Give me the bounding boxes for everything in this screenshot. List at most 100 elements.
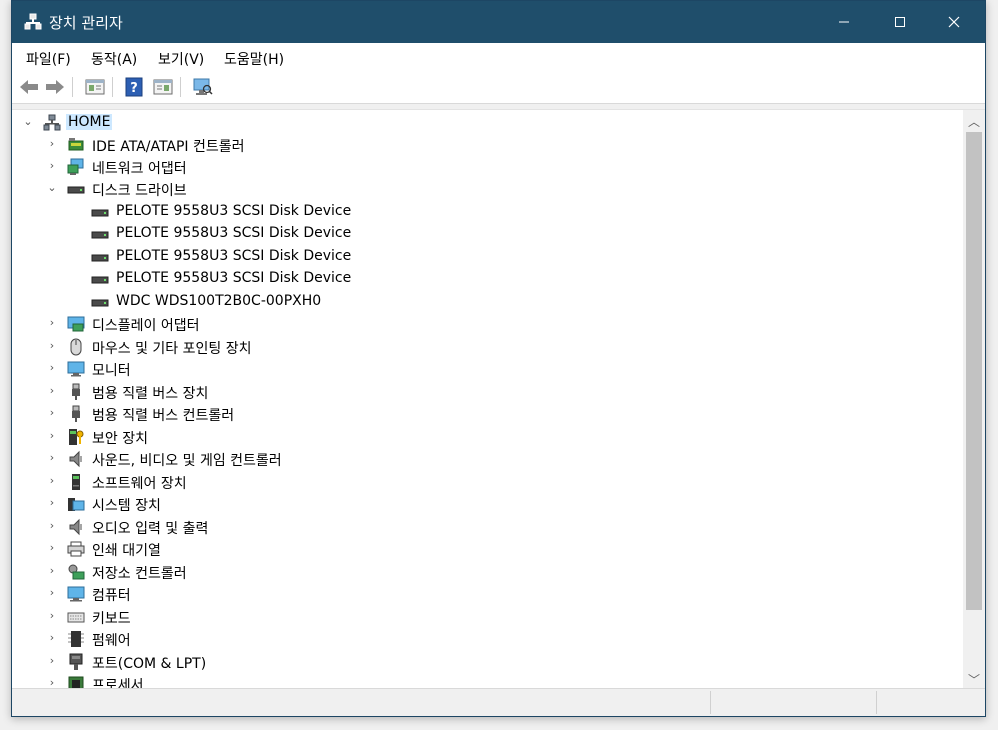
tree-item-disk-device[interactable]: WDC WDS100T2B0C-00PXH0 <box>12 291 961 313</box>
computer-icon <box>67 585 85 603</box>
disk-drive-icon <box>91 248 109 266</box>
tree-item-label: 오디오 입력 및 출력 <box>92 521 209 537</box>
forward-arrow-icon <box>46 80 64 94</box>
system-device-icon <box>67 495 85 513</box>
network-adapter-icon <box>67 158 85 176</box>
tree-item-usb-controllers[interactable]: › 범용 직렬 버스 컨트롤러 <box>12 403 961 425</box>
chevron-right-icon[interactable]: › <box>46 610 58 622</box>
chevron-right-icon[interactable]: › <box>46 565 58 577</box>
minimize-icon <box>839 21 849 23</box>
disk-drive-icon <box>91 293 109 311</box>
tree-item-keyboard[interactable]: › 키보드 <box>12 606 961 628</box>
chevron-right-icon[interactable]: › <box>46 587 58 599</box>
tree-item-disk-device[interactable]: PELOTE 9558U3 SCSI Disk Device <box>12 268 961 290</box>
scroll-up-button[interactable]: ︿ <box>963 110 985 132</box>
tree-item-label: 시스템 장치 <box>92 498 161 514</box>
chevron-right-icon[interactable]: › <box>46 475 58 487</box>
tree-item-ports[interactable]: › 포트(COM & LPT) <box>12 651 961 673</box>
tree-item-print-queue[interactable]: › 인쇄 대기열 <box>12 538 961 560</box>
chevron-right-icon[interactable]: › <box>46 452 58 464</box>
chevron-right-icon[interactable]: › <box>46 317 58 329</box>
toggle-pane-button[interactable] <box>152 76 174 98</box>
tree-item-firmware[interactable]: › 펌웨어 <box>12 628 961 650</box>
status-divider <box>876 691 877 714</box>
menu-view[interactable]: 보기(V) <box>158 49 204 69</box>
chevron-right-icon[interactable]: › <box>46 430 58 442</box>
tree-item-audio-io[interactable]: › 오디오 입력 및 출력 <box>12 516 961 538</box>
scroll-down-button[interactable]: ﹀ <box>963 668 985 690</box>
chevron-down-icon[interactable]: ⌄ <box>22 116 34 128</box>
toolbar-separator <box>112 77 113 97</box>
device-tree[interactable]: ⌄ HOME › IDE ATA/ATAPI 컨트롤러 › 네트워크 어댑터 ⌄… <box>12 109 985 691</box>
minimize-button[interactable] <box>821 1 867 43</box>
tree-item-label: 소프트웨어 장치 <box>92 476 187 492</box>
tree-root-label: HOME <box>66 114 113 130</box>
tree-item-label: IDE ATA/ATAPI 컨트롤러 <box>92 139 245 155</box>
chevron-right-icon[interactable]: › <box>46 497 58 509</box>
chevron-right-icon[interactable]: › <box>46 362 58 374</box>
menu-action[interactable]: 동작(A) <box>91 49 137 69</box>
chevron-right-icon[interactable]: › <box>46 340 58 352</box>
tree-item-ide[interactable]: › IDE ATA/ATAPI 컨트롤러 <box>12 134 961 156</box>
tree-item-display-adapter[interactable]: › 디스플레이 어댑터 <box>12 313 961 335</box>
tree-item-system[interactable]: › 시스템 장치 <box>12 493 961 515</box>
tree-item-software[interactable]: › 소프트웨어 장치 <box>12 471 961 493</box>
forward-button[interactable] <box>44 76 66 98</box>
tree-item-storage-controllers[interactable]: › 저장소 컨트롤러 <box>12 561 961 583</box>
title-bar[interactable]: 장치 관리자 <box>12 1 985 43</box>
back-button[interactable] <box>18 76 40 98</box>
device-manager-icon <box>24 13 42 31</box>
tree-item-disk-device[interactable]: PELOTE 9558U3 SCSI Disk Device <box>12 246 961 268</box>
maximize-button[interactable] <box>877 1 923 43</box>
toolbar-separator <box>72 77 73 97</box>
computer-tree-icon <box>43 114 61 132</box>
tree-item-computer[interactable]: › 컴퓨터 <box>12 583 961 605</box>
chevron-right-icon[interactable]: › <box>46 542 58 554</box>
chevron-right-icon[interactable]: › <box>46 520 58 532</box>
disk-drive-icon <box>91 225 109 243</box>
chevron-right-icon[interactable]: › <box>46 160 58 172</box>
tree-item-disk-device[interactable]: PELOTE 9558U3 SCSI Disk Device <box>12 201 961 223</box>
tree-item-sound[interactable]: › 사운드, 비디오 및 게임 컨트롤러 <box>12 448 961 470</box>
vertical-scrollbar[interactable]: ︿ ﹀ <box>963 110 985 690</box>
tree-item-label: PELOTE 9558U3 SCSI Disk Device <box>116 270 352 286</box>
chevron-right-icon[interactable]: › <box>46 632 58 644</box>
tree-item-label: 펌웨어 <box>92 633 131 649</box>
menu-file[interactable]: 파일(F) <box>26 49 71 69</box>
menu-help[interactable]: 도움말(H) <box>224 49 284 69</box>
tree-item-label: 범용 직렬 버스 컨트롤러 <box>92 408 235 424</box>
back-arrow-icon <box>20 80 38 94</box>
firmware-icon <box>67 630 85 648</box>
chevron-right-icon[interactable]: › <box>46 385 58 397</box>
disk-drive-icon <box>67 180 85 198</box>
tree-item-label: 디스플레이 어댑터 <box>92 318 200 334</box>
tree-item-usb-devices[interactable]: › 범용 직렬 버스 장치 <box>12 381 961 403</box>
display-adapter-icon <box>67 315 85 333</box>
port-icon <box>67 653 85 671</box>
tree-item-label: 모니터 <box>92 363 131 379</box>
close-button[interactable] <box>931 1 977 43</box>
device-manager-window: 장치 관리자 파일(F) 동작(A) 보기(V) 도움말(H) ? ⌄ HOME… <box>11 0 986 717</box>
menu-bar: 파일(F) 동작(A) 보기(V) 도움말(H) <box>12 43 985 71</box>
chevron-right-icon[interactable]: › <box>46 407 58 419</box>
tree-item-disk-drives[interactable]: ⌄ 디스크 드라이브 <box>12 178 961 200</box>
tree-root[interactable]: ⌄ HOME <box>12 112 961 134</box>
tree-item-security[interactable]: › 보안 장치 <box>12 426 961 448</box>
tree-item-label: PELOTE 9558U3 SCSI Disk Device <box>116 225 352 241</box>
tree-item-label: 저장소 컨트롤러 <box>92 566 187 582</box>
tree-item-monitor[interactable]: › 모니터 <box>12 358 961 380</box>
scroll-thumb[interactable] <box>966 132 982 610</box>
properties-button[interactable] <box>84 76 106 98</box>
printer-icon <box>67 540 85 558</box>
usb-icon <box>67 405 85 423</box>
status-divider <box>710 691 711 714</box>
chevron-down-icon[interactable]: ⌄ <box>46 182 58 194</box>
tree-item-network[interactable]: › 네트워크 어댑터 <box>12 156 961 178</box>
tree-item-mouse[interactable]: › 마우스 및 기타 포인팅 장치 <box>12 336 961 358</box>
scan-hardware-button[interactable] <box>191 76 213 98</box>
help-button[interactable]: ? <box>123 76 145 98</box>
chevron-right-icon[interactable]: › <box>46 138 58 150</box>
chevron-right-icon[interactable]: › <box>46 655 58 667</box>
mouse-icon <box>67 338 85 356</box>
tree-item-disk-device[interactable]: PELOTE 9558U3 SCSI Disk Device <box>12 223 961 245</box>
